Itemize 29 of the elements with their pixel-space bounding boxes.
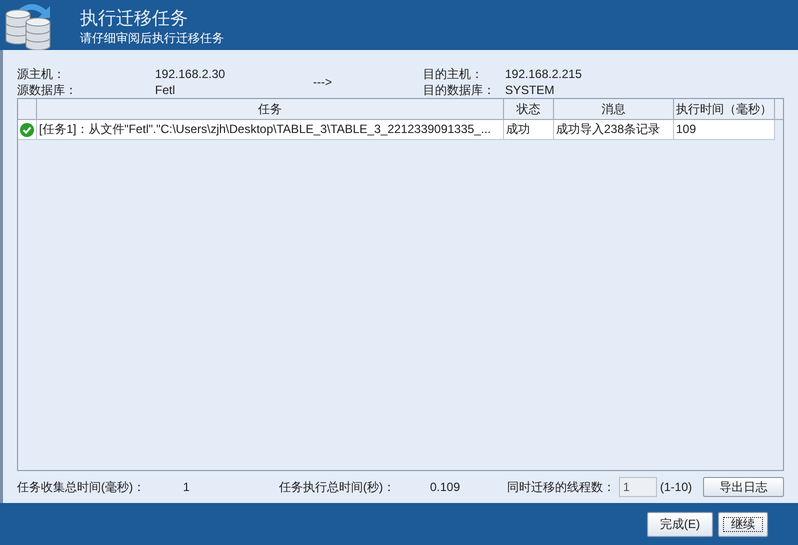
label: 源主机： xyxy=(17,66,66,82)
table-cell: 109 xyxy=(674,120,775,139)
column-header: 任务 xyxy=(37,99,504,119)
dialog-button[interactable]: 完成(E) xyxy=(647,512,713,536)
value: 0.109 xyxy=(430,480,460,494)
table-cell: 成功导入238条记录 xyxy=(554,120,674,139)
value: SYSTEM xyxy=(505,82,556,98)
value: 1 xyxy=(183,480,190,494)
range-text: (1-10) xyxy=(660,479,692,496)
column-header: 执行时间（毫秒） xyxy=(674,99,775,119)
thread-count-field[interactable]: 1 xyxy=(619,477,657,497)
window-subtitle: 请仔细审阅后执行迁移任务 xyxy=(80,30,224,46)
window-title: 执行迁移任务 xyxy=(80,7,189,30)
table-cell: 成功 xyxy=(504,120,554,139)
export-log-button[interactable]: 导出日志 xyxy=(703,477,784,497)
column-header: 消息 xyxy=(554,99,674,119)
label: 任务收集总时间(毫秒)： xyxy=(17,480,145,494)
value: Fetl xyxy=(155,82,176,98)
label: 目的数据库： xyxy=(423,82,496,98)
column-header: 状态 xyxy=(504,99,554,119)
label: 同时迁移的线程数： xyxy=(507,479,615,496)
label: 任务执行总时间(秒)： xyxy=(279,480,395,494)
table-cell: [任务1]：从文件"Fetl"."C:\Users\zjh\Desktop\TABLE_3\TABLE_3_2212339091335_... xyxy=(37,120,504,139)
value: 192.168.2.30 xyxy=(155,66,226,82)
value: 192.168.2.215 xyxy=(505,66,582,82)
label: 目的主机： xyxy=(423,66,484,82)
arrow-text: ---> xyxy=(313,75,332,89)
dialog-button[interactable]: 继续 xyxy=(718,512,768,536)
label: 源数据库： xyxy=(17,82,78,98)
